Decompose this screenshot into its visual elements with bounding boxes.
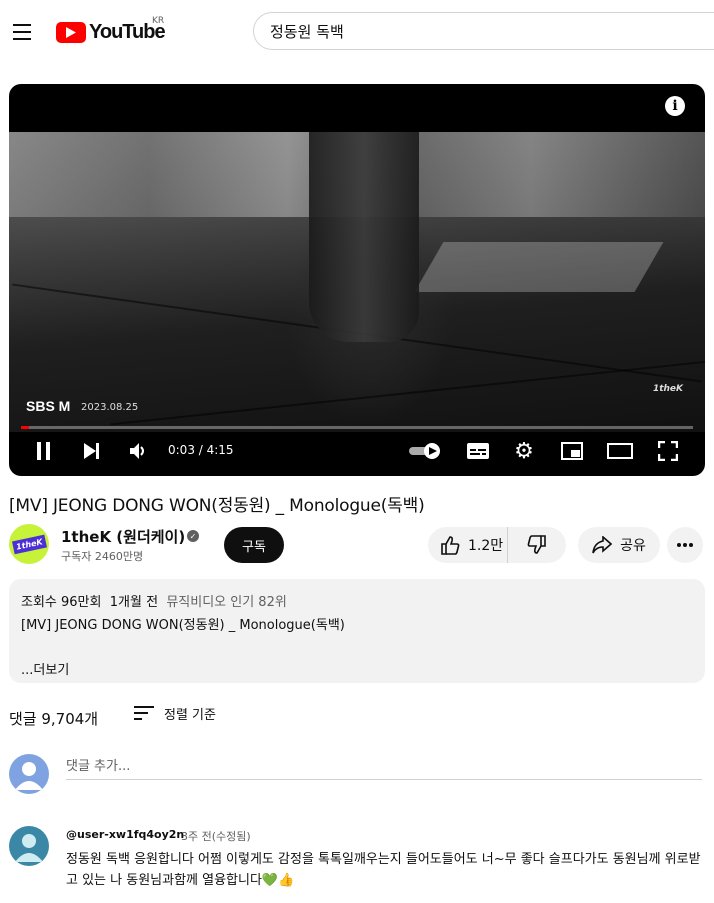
view-count: 조회수 96만회: [21, 595, 102, 610]
user-avatar: [9, 754, 49, 794]
comment-time[interactable]: 3주 전(수정됨): [181, 828, 251, 844]
verified-icon: ✓: [187, 530, 199, 542]
play-logo-icon: [56, 21, 86, 43]
sort-button[interactable]: 정렬 기준: [134, 704, 216, 723]
show-more-link[interactable]: ...더보기: [21, 659, 693, 678]
description-meta: 조회수 96만회 1개월 전 뮤직비디오 인기 82위: [21, 591, 693, 610]
comment-text: 정동원 독백 응원합니다 어쩜 이렇게도 감정을 톡톡일깨우는지 들어도들어도 …: [66, 852, 701, 888]
pause-button[interactable]: [31, 436, 57, 466]
next-icon: [84, 443, 99, 459]
search-value: 정동원 독백: [270, 22, 344, 41]
time-display: 0:03 / 4:15: [168, 443, 234, 457]
like-dislike-group: 1.2만: [428, 527, 566, 563]
description-box[interactable]: 조회수 96만회 1개월 전 뮤직비디오 인기 82위 [MV] JEONG D…: [9, 579, 705, 683]
share-icon: [592, 536, 613, 554]
autoplay-icon: [409, 443, 440, 459]
person-icon: [15, 834, 43, 862]
commenter-avatar[interactable]: [9, 826, 49, 866]
fullscreen-button[interactable]: [655, 436, 681, 466]
autoplay-toggle[interactable]: [407, 436, 443, 466]
menu-icon[interactable]: [8, 18, 36, 46]
broadcaster-logo: SBS M: [26, 398, 71, 414]
sort-label: 정렬 기준: [164, 708, 216, 723]
youtube-logo[interactable]: YouTube: [56, 20, 166, 44]
next-button[interactable]: [79, 436, 105, 466]
thumbs-down-icon: [527, 535, 546, 554]
subscribe-button[interactable]: 구독: [224, 527, 284, 563]
progress-bar[interactable]: [21, 426, 693, 429]
info-icon[interactable]: i: [665, 96, 685, 116]
more-horizontal-icon: [677, 543, 693, 547]
settings-button[interactable]: ⚙: [511, 436, 537, 466]
captions-icon: [467, 443, 489, 459]
add-comment-placeholder: 댓글 추가...: [66, 759, 131, 774]
fullscreen-icon: [658, 441, 678, 461]
thumbs-up-icon: [441, 536, 460, 555]
like-button[interactable]: 1.2만: [428, 527, 508, 563]
volume-button[interactable]: [125, 436, 151, 466]
video-title: [MV] JEONG DONG WON(정동원) _ Monologue(독백): [9, 496, 425, 516]
share-label: 공유: [620, 538, 646, 554]
video-frame: [9, 132, 705, 432]
add-comment-input[interactable]: 댓글 추가...: [66, 755, 702, 780]
channel-avatar-text: 1theK: [11, 534, 47, 554]
upload-age: 1개월 전: [109, 595, 159, 610]
theater-icon: [607, 443, 633, 459]
share-button[interactable]: 공유: [578, 527, 660, 563]
volume-icon: [130, 443, 144, 459]
comment-count: 댓글 9,704개: [9, 710, 99, 728]
broadcast-date: 2023.08.25: [81, 402, 139, 413]
person-icon: [15, 762, 43, 790]
progress-fill: [21, 426, 30, 429]
subscriber-count: 구독자 2460만명: [61, 550, 144, 563]
like-count: 1.2만: [468, 538, 504, 554]
channel-watermark[interactable]: 1theK: [653, 384, 683, 394]
theater-button[interactable]: [605, 436, 635, 466]
pause-icon: [37, 442, 50, 460]
channel-name[interactable]: 1theK (원더케이): [61, 526, 185, 547]
video-player[interactable]: i SBS M 2023.08.25 1theK 0:03 / 4:15 ⚙: [9, 84, 705, 476]
comment-author[interactable]: @user-xw1fq4oy2n: [66, 828, 184, 841]
sort-icon: [134, 705, 154, 722]
miniplayer-icon: [561, 442, 583, 460]
miniplayer-button[interactable]: [559, 436, 585, 466]
chart-rank: 뮤직비디오 인기 82위: [166, 595, 287, 610]
search-input[interactable]: 정동원 독백: [253, 12, 714, 50]
dislike-button[interactable]: [508, 535, 566, 555]
country-code: KR: [152, 16, 165, 26]
gear-icon: ⚙: [514, 438, 534, 464]
description-line: [MV] JEONG DONG WON(정동원) _ Monologue(독백): [21, 618, 345, 633]
more-actions-button[interactable]: [667, 527, 703, 563]
channel-avatar[interactable]: 1theK: [9, 524, 49, 564]
captions-button[interactable]: [465, 436, 491, 466]
